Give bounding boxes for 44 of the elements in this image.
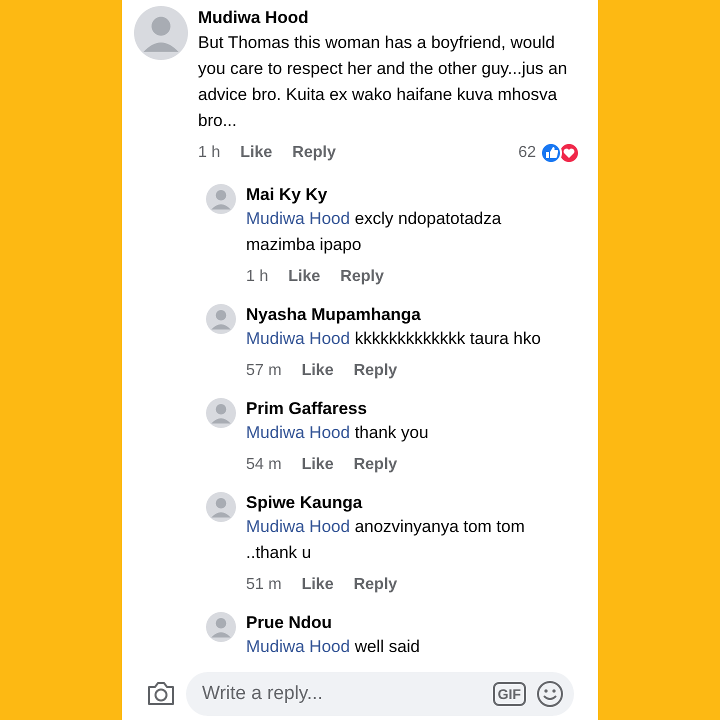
- comment-time: 54 m: [246, 455, 282, 475]
- comment-time: 1 h: [246, 267, 268, 287]
- comment-time: 57 m: [246, 361, 282, 381]
- camera-icon[interactable]: [146, 681, 176, 707]
- reply-text: Mudiwa Hood thank you: [246, 422, 430, 444]
- comment-text: But Thomas this woman has a boyfriend, would you care to respect her and the other guy...jus an advice bro. Kuita ex wako haifane kuva mhosva bro...: [198, 32, 568, 132]
- avatar-icon[interactable]: [206, 612, 236, 642]
- reply-link[interactable]: Reply: [340, 265, 384, 289]
- like-link[interactable]: Like: [240, 141, 272, 165]
- gif-button[interactable]: GIF: [492, 682, 526, 706]
- comment-time: 51 m: [246, 575, 282, 595]
- like-link[interactable]: Like: [302, 359, 334, 383]
- reply-link[interactable]: Reply: [292, 141, 336, 165]
- author-name[interactable]: Prim Gaffaress: [246, 398, 586, 420]
- author-name[interactable]: Mudiwa Hood: [198, 6, 586, 30]
- like-love-reactions-icon[interactable]: [540, 142, 580, 164]
- smiley-icon[interactable]: [536, 680, 564, 708]
- like-link[interactable]: Like: [302, 573, 334, 597]
- avatar-icon[interactable]: [206, 492, 236, 522]
- like-link[interactable]: Like: [302, 453, 334, 477]
- reply-link[interactable]: Reply: [354, 359, 398, 383]
- avatar-icon[interactable]: [206, 304, 236, 334]
- reply-text: Mudiwa Hood kkkkkkkkkkkkk taura hko: [246, 328, 542, 350]
- reply-link[interactable]: Reply: [354, 453, 398, 477]
- mention-link[interactable]: Mudiwa Hood: [246, 209, 350, 228]
- reply-link[interactable]: Reply: [354, 573, 398, 597]
- avatar-icon[interactable]: [206, 184, 236, 214]
- reply-text: Mudiwa Hood well said: [246, 636, 421, 658]
- author-name[interactable]: Spiwe Kaunga: [246, 492, 586, 514]
- reply-text: Mudiwa Hood excly ndopatotadza mazimba ipapo: [246, 208, 502, 256]
- mention-link[interactable]: Mudiwa Hood: [246, 329, 350, 348]
- author-name[interactable]: Prue Ndou: [246, 612, 586, 634]
- author-name[interactable]: Nyasha Mupamhanga: [246, 304, 586, 326]
- mention-link[interactable]: Mudiwa Hood: [246, 517, 350, 536]
- reply-text: Mudiwa Hood anozvinyanya tom tom ..thank u: [246, 516, 526, 564]
- mention-link[interactable]: Mudiwa Hood: [246, 423, 350, 442]
- avatar-icon[interactable]: [206, 398, 236, 428]
- mention-link[interactable]: Mudiwa Hood: [246, 637, 350, 656]
- comment-time: 1 h: [198, 143, 220, 163]
- avatar-icon[interactable]: [134, 6, 188, 60]
- reaction-count: 62: [518, 143, 536, 163]
- like-link[interactable]: Like: [288, 265, 320, 289]
- reply-field[interactable]: Write a reply... GIF: [186, 672, 574, 716]
- author-name[interactable]: Mai Ky Ky: [246, 184, 586, 206]
